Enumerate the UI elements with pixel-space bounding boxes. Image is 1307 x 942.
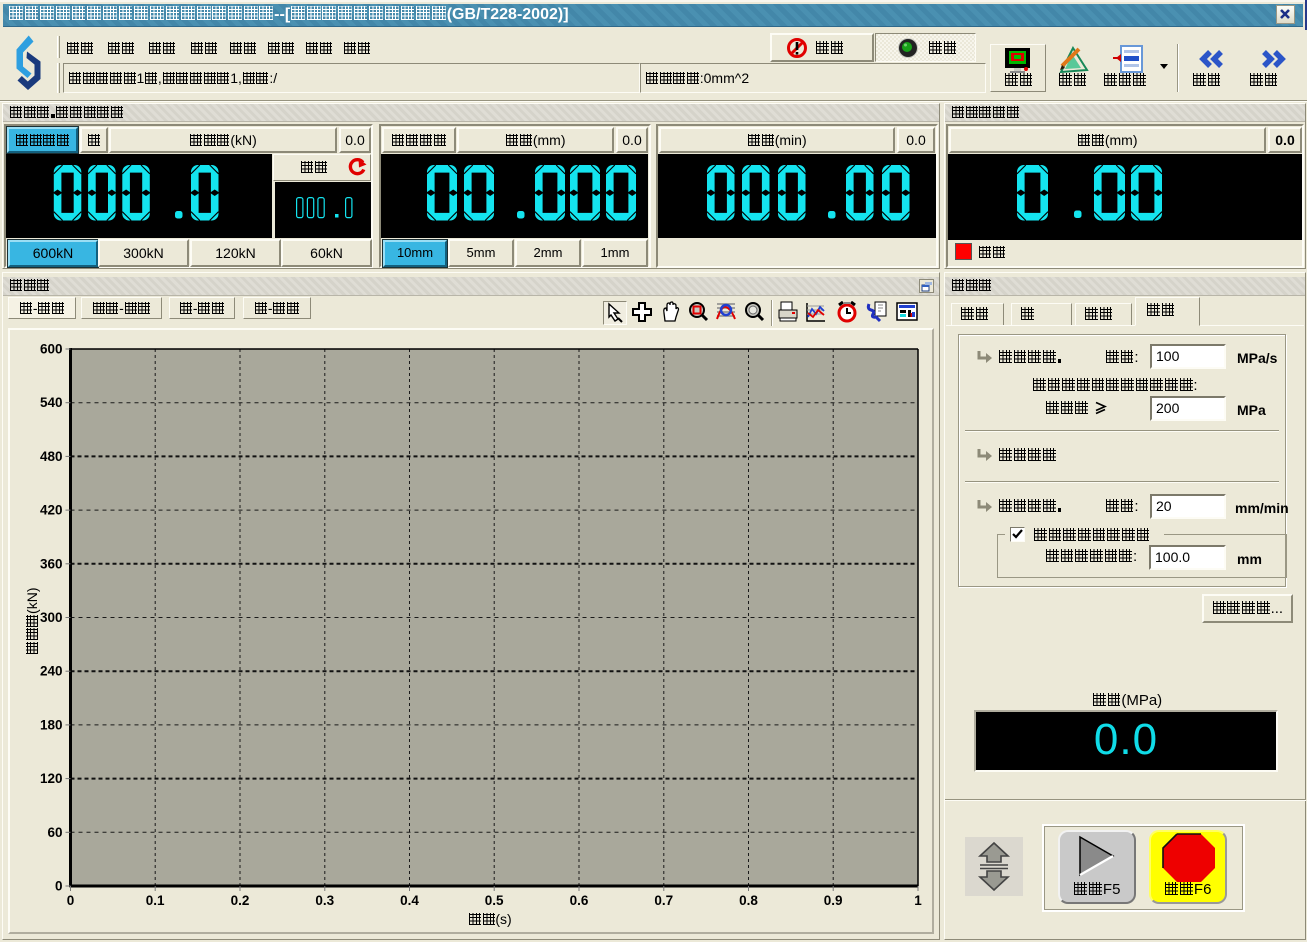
svg-text:540: 540 — [40, 395, 63, 410]
svg-text:0.5: 0.5 — [485, 893, 504, 908]
svg-text:240: 240 — [40, 664, 63, 679]
svg-text:360: 360 — [40, 556, 63, 571]
svg-text:0.1: 0.1 — [146, 893, 165, 908]
svg-text:0.3: 0.3 — [315, 893, 334, 908]
svg-text:420: 420 — [40, 503, 63, 518]
svg-text:0.7: 0.7 — [654, 893, 673, 908]
svg-text:300: 300 — [40, 610, 63, 625]
svg-text:120: 120 — [40, 771, 63, 786]
svg-text:0: 0 — [55, 879, 63, 894]
svg-text:180: 180 — [40, 717, 63, 732]
svg-text:0.4: 0.4 — [400, 893, 419, 908]
svg-text:0: 0 — [67, 893, 75, 908]
svg-text:480: 480 — [40, 449, 63, 464]
svg-text:0.9: 0.9 — [824, 893, 843, 908]
svg-text:0.6: 0.6 — [570, 893, 589, 908]
svg-text:1: 1 — [914, 893, 922, 908]
svg-text:600: 600 — [40, 342, 63, 357]
svg-text:60: 60 — [47, 825, 62, 840]
svg-text:0.8: 0.8 — [739, 893, 758, 908]
svg-text:0.2: 0.2 — [231, 893, 250, 908]
